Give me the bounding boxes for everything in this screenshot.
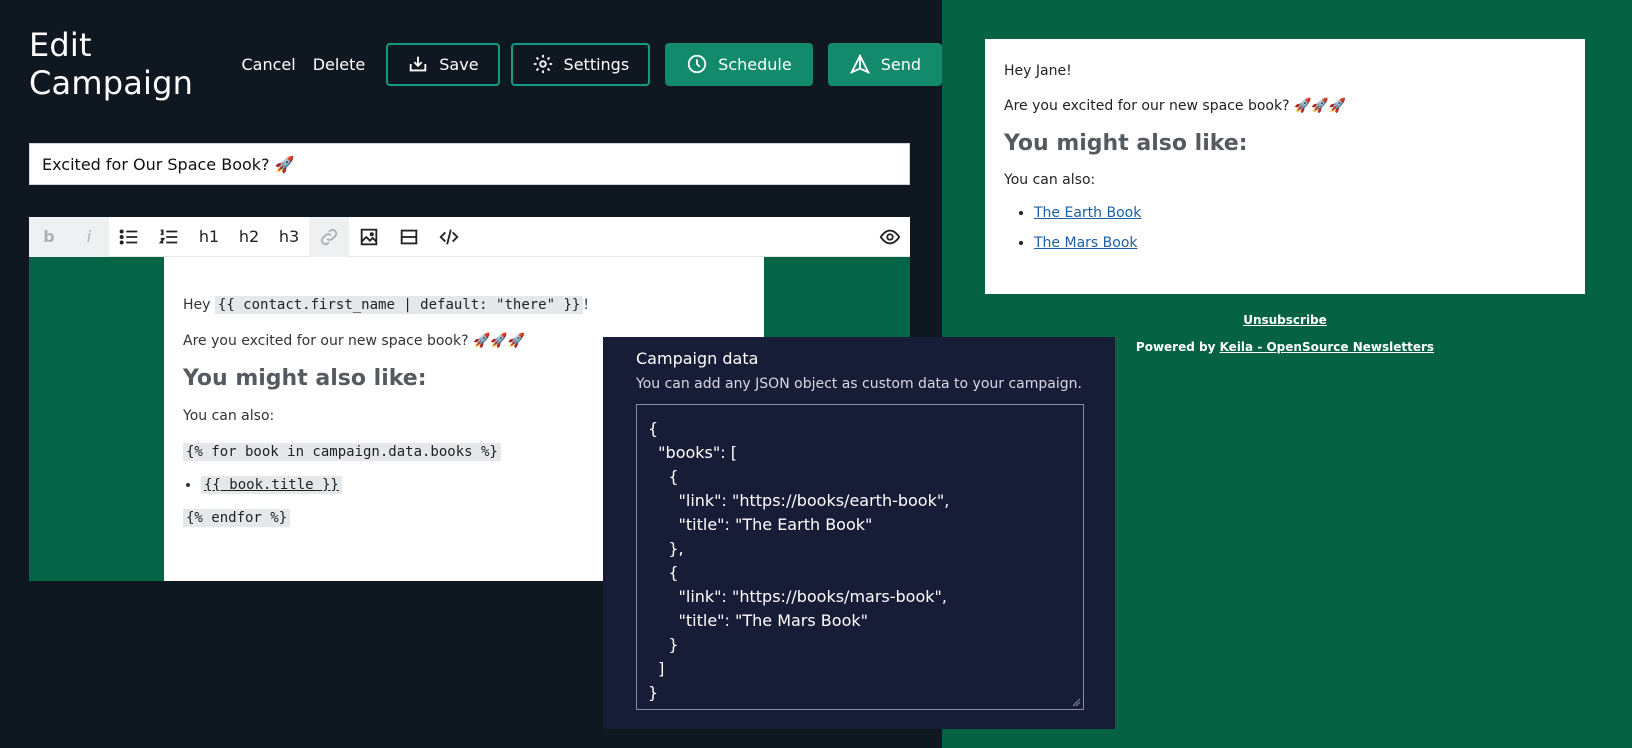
list-item: The Earth Book bbox=[1034, 205, 1566, 221]
gear-icon bbox=[533, 54, 552, 74]
modal-description: You can add any JSON object as custom da… bbox=[636, 376, 1082, 392]
keila-link[interactable]: Keila - OpenSource Newsletters bbox=[1220, 340, 1434, 354]
json-line: { bbox=[648, 563, 679, 582]
header: Edit Campaign Cancel Delete Save Setting… bbox=[29, 26, 942, 102]
code-icon bbox=[439, 228, 459, 245]
json-line: "title": "The Earth Book" bbox=[648, 515, 873, 534]
schedule-label: Schedule bbox=[718, 54, 792, 74]
json-content: { "books": [ { "link": "https://books/ea… bbox=[648, 417, 1072, 705]
ordered-list-icon bbox=[158, 229, 178, 243]
save-label: Save bbox=[439, 54, 479, 74]
subject-value: Excited for Our Space Book? 🚀 bbox=[42, 154, 295, 174]
save-button[interactable]: Save bbox=[386, 42, 500, 86]
clock-icon bbox=[688, 54, 707, 74]
page-title: Edit Campaign bbox=[29, 26, 194, 102]
preview-toggle-button[interactable] bbox=[870, 217, 910, 257]
image-icon bbox=[360, 228, 378, 245]
bullet-list-button[interactable] bbox=[109, 217, 149, 257]
code-button[interactable] bbox=[429, 217, 469, 257]
preview-also: You can also: bbox=[1004, 172, 1096, 188]
json-line: "link": "https://books/earth-book", bbox=[648, 491, 950, 510]
email-preview: Hey Jane! Are you excited for our new sp… bbox=[985, 39, 1585, 294]
preview-question: Are you excited for our new space book? … bbox=[1004, 98, 1347, 114]
link-icon bbox=[320, 228, 338, 245]
send-icon bbox=[849, 53, 870, 75]
preview-book-list: The Earth Book The Mars Book bbox=[1034, 205, 1566, 251]
editor-toolbar: b i h1 h2 h3 bbox=[29, 216, 910, 257]
settings-label: Settings bbox=[563, 54, 630, 74]
divider-button[interactable] bbox=[389, 217, 429, 257]
schedule-button[interactable]: Schedule bbox=[665, 42, 813, 86]
preview-greeting: Hey Jane! bbox=[1004, 63, 1072, 79]
heading2-button[interactable]: h2 bbox=[229, 217, 269, 257]
json-line: "title": "The Mars Book" bbox=[648, 611, 868, 630]
list-item: The Mars Book bbox=[1034, 235, 1566, 251]
delete-button[interactable]: Delete bbox=[306, 44, 373, 84]
json-line: { bbox=[648, 419, 659, 438]
json-line: } bbox=[648, 683, 659, 702]
resize-handle-icon[interactable] bbox=[1071, 697, 1081, 707]
eye-icon bbox=[879, 229, 901, 244]
json-line: "link": "https://books/mars-book", bbox=[648, 587, 947, 606]
json-line: } bbox=[648, 635, 679, 654]
save-icon bbox=[410, 56, 427, 72]
bold-button[interactable]: b bbox=[29, 216, 69, 257]
for-tag: {% for book in campaign.data.books %} bbox=[183, 443, 501, 461]
heading1-button[interactable]: h1 bbox=[189, 217, 229, 257]
divider-icon bbox=[400, 229, 418, 244]
greeting-suffix: ! bbox=[583, 297, 589, 313]
json-line: }, bbox=[648, 539, 684, 558]
send-button[interactable]: Send bbox=[827, 42, 942, 86]
book-title-tag: {{ book.title }} bbox=[201, 476, 342, 494]
greeting-prefix: Hey bbox=[183, 297, 215, 313]
image-button[interactable] bbox=[349, 217, 389, 257]
link-button[interactable] bbox=[309, 216, 349, 257]
settings-button[interactable]: Settings bbox=[510, 42, 651, 86]
campaign-data-textarea[interactable]: { "books": [ { "link": "https://books/ea… bbox=[636, 404, 1084, 710]
modal-title: Campaign data bbox=[636, 349, 759, 368]
italic-button[interactable]: i bbox=[69, 216, 109, 257]
bullet-list-icon bbox=[119, 228, 138, 245]
endfor-tag: {% endfor %} bbox=[183, 509, 291, 527]
send-label: Send bbox=[880, 54, 921, 74]
powered-by-prefix: Powered by bbox=[1135, 340, 1220, 354]
greeting-line: Hey {{ contact.first_name | default: "th… bbox=[183, 294, 745, 316]
book-link[interactable]: The Mars Book bbox=[1034, 235, 1138, 251]
cancel-button[interactable]: Cancel bbox=[234, 44, 302, 84]
subject-input[interactable]: Excited for Our Space Book? 🚀 bbox=[29, 143, 910, 185]
campaign-data-modal: Campaign data You can add any JSON objec… bbox=[603, 337, 1115, 729]
first-name-tag: {{ contact.first_name | default: "there"… bbox=[214, 296, 584, 314]
json-line: { bbox=[648, 467, 679, 486]
json-line: "books": [ bbox=[648, 443, 737, 462]
unsubscribe-row: Unsubscribe bbox=[985, 313, 1585, 327]
book-link[interactable]: The Earth Book bbox=[1034, 205, 1141, 221]
preview-heading: You might also like: bbox=[1004, 131, 1248, 156]
unsubscribe-link[interactable]: Unsubscribe bbox=[1243, 313, 1327, 327]
heading3-button[interactable]: h3 bbox=[269, 217, 309, 257]
ordered-list-button[interactable] bbox=[149, 217, 189, 257]
json-line: ] bbox=[648, 659, 665, 678]
